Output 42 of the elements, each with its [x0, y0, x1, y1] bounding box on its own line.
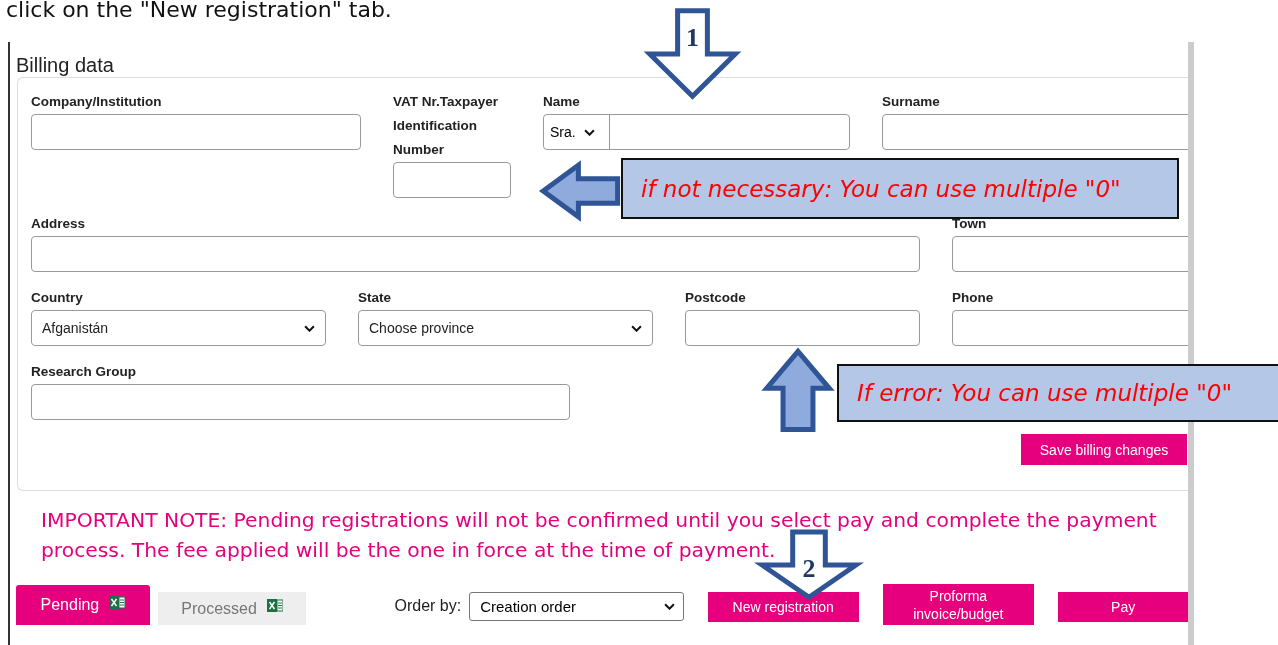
input-field[interactable] — [952, 310, 1188, 346]
tab[interactable]: Pending — [16, 585, 150, 625]
field-label: Postcode — [685, 289, 747, 307]
field-label: Country — [31, 289, 84, 307]
field-label: Name — [543, 93, 581, 111]
select-field[interactable]: Choose province — [358, 310, 653, 346]
field-label: Surname — [882, 93, 941, 111]
callout-box: If error: You can use multiple "0" — [837, 364, 1278, 422]
section-title: Billing data — [15, 53, 115, 77]
field-label: Address — [31, 215, 87, 233]
chevron-icon — [631, 324, 642, 332]
spreadsheet-icon — [266, 599, 283, 612]
chevron-icon — [304, 324, 315, 332]
spreadsheet-icon — [109, 595, 126, 609]
action-button[interactable]: New registration — [707, 592, 859, 622]
callout-box: if not necessary: You can use multiple "0" — [621, 158, 1179, 219]
input-field[interactable] — [882, 114, 1188, 150]
field-label: Company/Institution — [31, 93, 163, 111]
tab[interactable]: Processed — [157, 592, 307, 625]
chevron-icon — [663, 603, 675, 610]
field-label: State — [358, 289, 392, 307]
input-field[interactable] — [685, 310, 920, 346]
action-button[interactable]: Proforma invoice/budget — [882, 584, 1035, 625]
step-number: 1 — [685, 26, 700, 50]
field-label: Research Group — [31, 363, 138, 381]
input-field[interactable] — [952, 236, 1188, 272]
instruction-text: click on the "New registration" tab. — [5, 0, 393, 24]
input-field[interactable] — [31, 114, 361, 150]
select-field[interactable]: Afganistán — [31, 310, 326, 346]
input-field[interactable] — [31, 384, 570, 420]
order-select[interactable]: Creation order — [469, 592, 684, 621]
input-field[interactable] — [31, 236, 920, 272]
left-arrow-icon — [540, 163, 620, 219]
step-number: 2 — [801, 557, 817, 581]
up-arrow-icon — [764, 348, 832, 432]
order-by-label: Order by: — [394, 597, 462, 615]
field-label: Phone — [952, 289, 995, 307]
action-button[interactable]: Pay — [1058, 592, 1188, 622]
down-arrow-icon — [646, 8, 739, 100]
field-label: VAT Nr.Taxpayer Identification Number — [393, 93, 500, 159]
input-field[interactable] — [393, 162, 511, 198]
save-button[interactable]: Save billing changes — [1021, 434, 1187, 465]
